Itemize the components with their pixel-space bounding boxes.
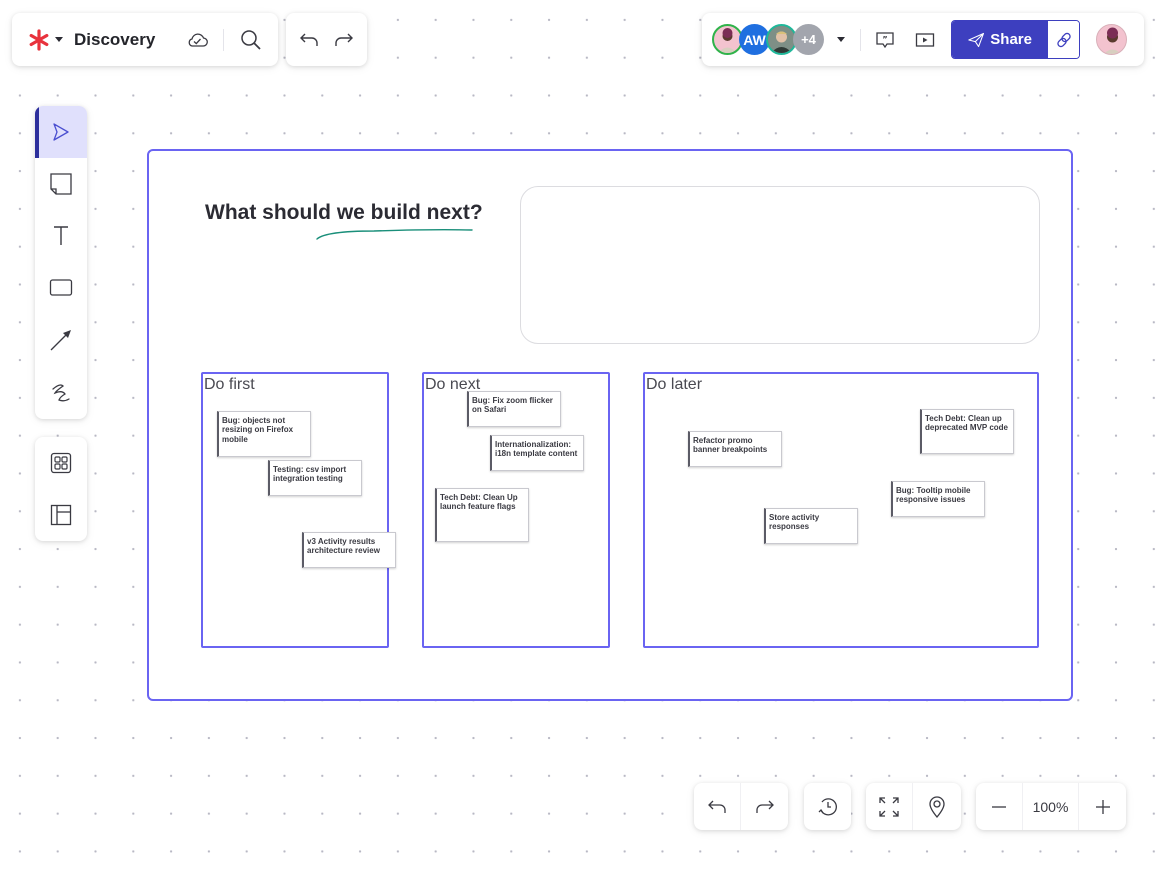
caret-down-icon[interactable] xyxy=(836,36,846,43)
redo-icon[interactable] xyxy=(334,32,354,48)
minus-icon xyxy=(992,805,1006,808)
share-button[interactable]: Share xyxy=(952,21,1048,58)
empty-text-box[interactable] xyxy=(520,186,1040,344)
fit-screen-icon xyxy=(879,796,899,817)
sticky-note[interactable]: Internationalization: i18n template cont… xyxy=(490,435,584,471)
zoom-out-button[interactable] xyxy=(976,783,1023,830)
bottom-undo-redo-bar xyxy=(694,783,788,830)
arrow-icon xyxy=(50,330,71,351)
tool-shape[interactable] xyxy=(35,262,87,314)
cloud-check-icon[interactable] xyxy=(185,28,209,52)
redo-icon xyxy=(755,800,774,813)
text-icon xyxy=(54,226,68,245)
sticky-note[interactable]: Testing: csv import integration testing xyxy=(268,460,362,496)
board-title[interactable]: Discovery xyxy=(74,30,155,50)
link-icon xyxy=(1056,32,1071,47)
sticky-note-icon xyxy=(50,173,72,195)
undo-redo-bar xyxy=(286,13,367,66)
undo-icon[interactable] xyxy=(299,32,319,48)
tool-connector[interactable] xyxy=(35,314,87,366)
copy-link-button[interactable] xyxy=(1048,21,1079,58)
sticky-note[interactable]: Tech Debt: Clean up deprecated MVP code xyxy=(920,409,1014,454)
tool-text[interactable] xyxy=(35,210,87,262)
sticky-note[interactable]: Store activity responses xyxy=(764,508,858,544)
pen-scribble-icon xyxy=(52,384,70,402)
redo-button[interactable] xyxy=(741,783,788,830)
send-icon xyxy=(968,32,985,47)
plus-icon xyxy=(1095,799,1110,814)
tool-layout[interactable] xyxy=(35,489,87,541)
share-button-group: Share xyxy=(951,20,1080,59)
sticky-note[interactable]: Bug: Tooltip mobile responsive issues xyxy=(891,481,985,517)
history-bar xyxy=(804,783,851,830)
collaboration-bar: AW +4 ” Share xyxy=(702,13,1144,66)
secondary-tool-palette xyxy=(35,437,87,541)
undo-icon xyxy=(708,800,726,813)
column-title: Do later xyxy=(646,376,703,393)
caret-down-icon[interactable] xyxy=(54,36,64,43)
sticky-note[interactable]: Bug: Fix zoom flicker on Safari xyxy=(467,391,561,427)
tool-palette xyxy=(35,106,87,419)
underline-stroke[interactable] xyxy=(314,225,478,243)
comment-quote-icon[interactable]: ” xyxy=(875,31,895,49)
tool-pen[interactable] xyxy=(35,366,87,418)
sticky-note[interactable]: v3 Activity results architecture review xyxy=(302,532,396,568)
rectangle-icon xyxy=(49,279,73,296)
board-title-bar: Discovery xyxy=(12,13,278,66)
sticky-note[interactable]: Refactor promo banner breakpoints xyxy=(688,431,782,467)
divider xyxy=(860,28,861,51)
search-icon[interactable] xyxy=(238,27,264,53)
column-title: Do first xyxy=(204,376,255,393)
layout-icon xyxy=(50,504,72,526)
tool-templates[interactable] xyxy=(35,437,87,489)
zoom-level[interactable]: 100% xyxy=(1023,783,1079,830)
history-button[interactable] xyxy=(804,783,851,830)
zoom-in-button[interactable] xyxy=(1079,783,1126,830)
current-user-avatar[interactable] xyxy=(1096,24,1127,55)
grid-icon xyxy=(50,452,72,474)
sticky-note[interactable]: Tech Debt: Clean Up launch feature flags xyxy=(435,488,529,542)
divider xyxy=(223,28,225,51)
fit-screen-button[interactable] xyxy=(866,783,913,830)
svg-text:”: ” xyxy=(882,35,887,44)
tool-select[interactable] xyxy=(35,106,87,158)
collaborator-avatars[interactable]: AW +4 xyxy=(712,24,824,55)
pointer-icon xyxy=(53,123,69,141)
locate-button[interactable] xyxy=(913,783,961,830)
view-bar xyxy=(866,783,961,830)
undo-button[interactable] xyxy=(694,783,741,830)
present-play-icon[interactable] xyxy=(915,32,935,48)
tool-sticky-note[interactable] xyxy=(35,158,87,210)
zoom-bar: 100% xyxy=(976,783,1126,830)
location-pin-icon xyxy=(929,795,945,818)
board-heading[interactable]: What should we build next? xyxy=(205,201,483,225)
avatar-overflow-count[interactable]: +4 xyxy=(793,24,824,55)
history-icon xyxy=(818,797,837,816)
sticky-note[interactable]: Bug: objects not resizing on Firefox mob… xyxy=(217,411,311,457)
asterisk-logo-icon[interactable] xyxy=(28,28,50,51)
